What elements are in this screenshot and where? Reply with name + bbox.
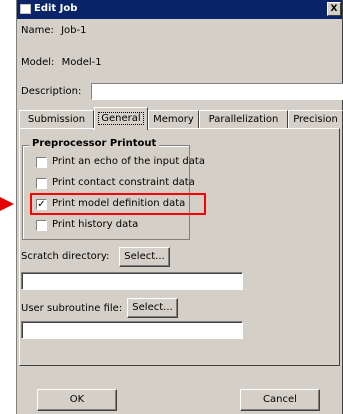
tab-submission-label: Submission [27, 114, 86, 125]
checkbox-contact-constraint[interactable] [36, 178, 47, 189]
tab-precision-label: Precision [293, 114, 338, 125]
close-button[interactable]: X [327, 2, 341, 16]
option-contact-constraint-label: Print contact constraint data [52, 177, 195, 188]
scratch-directory-input[interactable] [21, 272, 243, 290]
edit-job-dialog: Edit Job X Name: Job-1 Model: Model-1 De… [16, 0, 343, 414]
option-history-data-label: Print history data [52, 219, 139, 230]
window-icon [20, 4, 31, 14]
tab-parallelization[interactable]: Parallelization [199, 110, 288, 129]
option-echo-input-label: Print an echo of the input data [52, 156, 205, 167]
preprocessor-title: Preprocessor Printout [29, 138, 160, 149]
checkbox-history-data[interactable] [36, 220, 47, 231]
description-input[interactable] [91, 83, 343, 100]
tab-memory[interactable]: Memory [148, 110, 199, 129]
model-value: Model-1 [61, 57, 102, 68]
model-label: Model: [21, 57, 55, 68]
scratch-select-button[interactable]: Select... [119, 247, 170, 267]
job-name-row: Name: Job-1 [21, 25, 86, 36]
tab-general-label: General [98, 112, 144, 125]
subroutine-file-input[interactable] [21, 321, 243, 339]
name-value: Job-1 [61, 25, 87, 36]
ok-button[interactable]: OK [37, 389, 117, 411]
tab-precision[interactable]: Precision [288, 110, 343, 129]
subroutine-select-button[interactable]: Select... [127, 298, 178, 318]
red-arrow-annotation [0, 197, 14, 211]
tab-submission[interactable]: Submission [19, 110, 94, 129]
checkbox-echo-input[interactable] [36, 157, 47, 168]
scratch-label: Scratch directory: [21, 251, 110, 262]
title-bar: Edit Job X [17, 0, 342, 19]
tab-parallelization-label: Parallelization [208, 114, 279, 125]
tab-general[interactable]: General [94, 107, 148, 130]
highlight-box [30, 193, 206, 215]
description-label: Description: [21, 86, 82, 97]
subroutine-label: User subroutine file: [21, 303, 123, 314]
name-label: Name: [21, 25, 54, 36]
tab-memory-label: Memory [153, 114, 194, 125]
window-title: Edit Job [34, 3, 78, 14]
cancel-button[interactable]: Cancel [240, 389, 320, 411]
tab-bar: Submission General Memory Parallelizatio… [19, 107, 343, 130]
model-row: Model: Model-1 [21, 57, 102, 68]
